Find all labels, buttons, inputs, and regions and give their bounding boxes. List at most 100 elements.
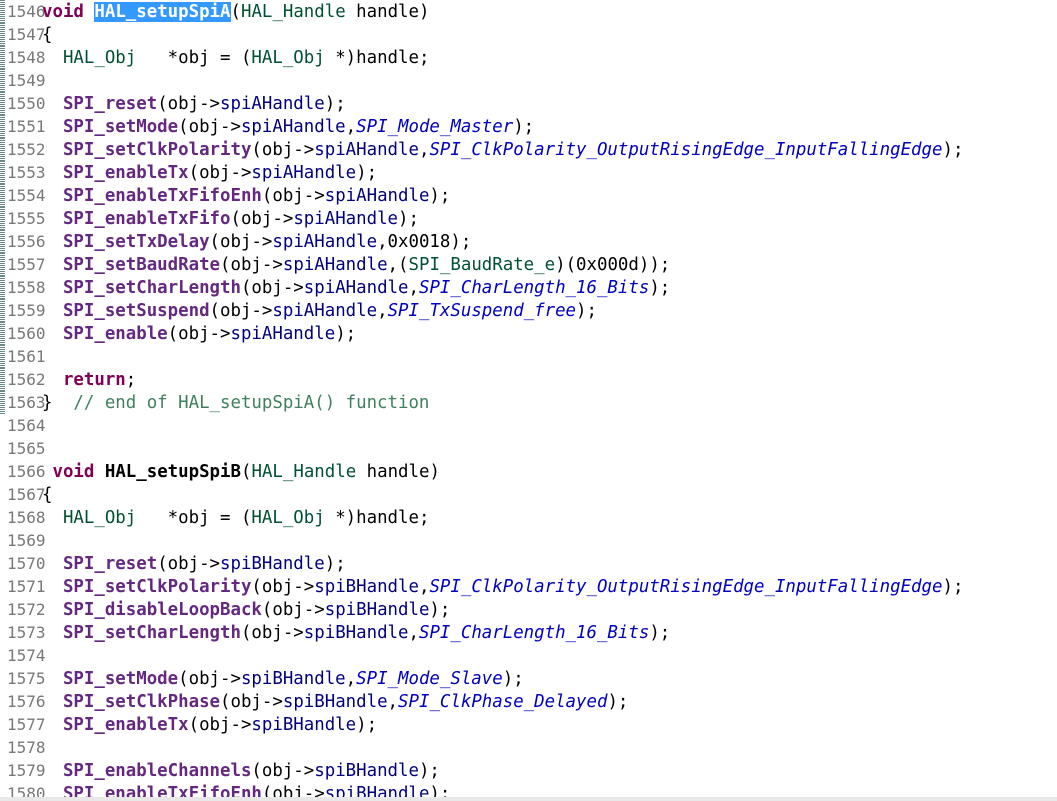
line-number: 1564 <box>7 416 46 435</box>
code-line[interactable]: 1574 <box>0 644 1057 667</box>
code-token: *obj = ( <box>136 48 252 68</box>
code-token: ); <box>576 301 597 321</box>
code-token: spiAHandle <box>293 209 399 229</box>
code-line[interactable]: 1546void HAL_setupSpiA(HAL_Handle handle… <box>0 0 1057 23</box>
code-token: handle) <box>356 462 440 482</box>
code-token: (obj-> <box>188 715 252 735</box>
code-token: spiAHandle <box>324 186 430 206</box>
code-line[interactable]: 1556 SPI_setTxDelay(obj->spiAHandle,0x00… <box>0 230 1057 253</box>
change-marker <box>0 391 5 414</box>
code-line[interactable]: 1560 SPI_enable(obj->spiAHandle); <box>0 322 1057 345</box>
code-token: (obj-> <box>251 140 315 160</box>
change-marker <box>0 253 5 276</box>
code-line[interactable]: 1561 <box>0 345 1057 368</box>
change-marker <box>0 46 5 69</box>
code-line[interactable]: 1567{ <box>0 483 1057 506</box>
code-token: ); <box>649 278 671 298</box>
code-token: SPI_setMode <box>62 669 179 689</box>
code-token: handle) <box>345 2 430 22</box>
change-marker <box>0 299 5 322</box>
code-token: SPI_enableTx <box>62 163 189 183</box>
code-line[interactable]: 1553 SPI_enableTx(obj->spiAHandle); <box>0 161 1057 184</box>
code-token: ); <box>513 117 535 137</box>
code-line[interactable]: 1570 SPI_reset(obj->spiBHandle); <box>0 552 1057 575</box>
code-line[interactable]: 1565 <box>0 437 1057 460</box>
code-token: (obj-> <box>251 761 315 781</box>
code-token: SPI_setMode <box>62 117 179 137</box>
code-token: (obj-> <box>157 94 221 114</box>
change-marker <box>0 322 5 345</box>
code-token: SPI_setClkPolarity <box>62 577 252 597</box>
code-editor[interactable]: 1546void HAL_setupSpiA(HAL_Handle handle… <box>0 0 1057 801</box>
code-line[interactable]: 1552 SPI_setClkPolarity(obj->spiAHandle,… <box>0 138 1057 161</box>
code-token: ); <box>418 761 440 781</box>
code-line[interactable]: 1557 SPI_setBaudRate(obj->spiAHandle,(SP… <box>0 253 1057 276</box>
code-token: spiAHandle <box>240 117 346 137</box>
code-line[interactable]: 1578 <box>0 736 1057 759</box>
code-token: SPI_enableTx <box>62 715 189 735</box>
code-token: SPI_setCharLength <box>62 278 241 298</box>
code-line[interactable]: 1576 SPI_setClkPhase(obj->spiBHandle,SPI… <box>0 690 1057 713</box>
line-number: 1556 <box>7 232 46 251</box>
code-token: void <box>52 462 95 482</box>
code-token: ); <box>324 94 346 114</box>
horizontal-scrollbar[interactable] <box>0 797 1057 801</box>
code-line[interactable]: 1555 SPI_enableTxFifo(obj->spiAHandle); <box>0 207 1057 230</box>
code-line[interactable]: 1547{ <box>0 23 1057 46</box>
code-line[interactable]: 1562 return; <box>0 368 1057 391</box>
code-token: SPI_ClkPhase_Delayed <box>398 692 608 712</box>
code-line[interactable]: 1563} // end of HAL_setupSpiA() function <box>0 391 1057 414</box>
code-token: SPI_enableChannels <box>62 761 252 781</box>
code-line[interactable]: 1551 SPI_setMode(obj->spiAHandle,SPI_Mod… <box>0 115 1057 138</box>
code-token: SPI_TxSuspend_free <box>387 301 577 321</box>
code-token: ( <box>230 2 241 22</box>
code-line[interactable]: 1572 SPI_disableLoopBack(obj->spiBHandle… <box>0 598 1057 621</box>
code-token: spiAHandle <box>282 255 388 275</box>
change-marker <box>0 276 5 299</box>
code-line[interactable]: 1571 SPI_setClkPolarity(obj->spiBHandle,… <box>0 575 1057 598</box>
code-token: spiAHandle <box>220 94 325 114</box>
code-line[interactable]: 1548 HAL_Obj *obj = (HAL_Obj *)handle; <box>0 46 1057 69</box>
code-token: spiBHandle <box>282 692 388 712</box>
code-line[interactable]: 1575 SPI_setMode(obj->spiBHandle,SPI_Mod… <box>0 667 1057 690</box>
code-line[interactable]: 1559 SPI_setSuspend(obj->spiAHandle,SPI_… <box>0 299 1057 322</box>
code-token: , <box>418 577 430 597</box>
code-line[interactable]: 1558 SPI_setCharLength(obj->spiAHandle,S… <box>0 276 1057 299</box>
code-line[interactable]: 1568 HAL_Obj *obj = (HAL_Obj *)handle; <box>0 506 1057 529</box>
code-token: SPI_reset <box>62 94 158 114</box>
code-token: , <box>377 301 388 321</box>
code-line[interactable]: 1573 SPI_setCharLength(obj->spiBHandle,S… <box>0 621 1057 644</box>
code-lines[interactable]: 1546void HAL_setupSpiA(HAL_Handle handle… <box>0 0 1057 801</box>
code-line[interactable]: 1566 void HAL_setupSpiB(HAL_Handle handl… <box>0 460 1057 483</box>
code-token: (obj-> <box>240 278 304 298</box>
code-token: SPI_reset <box>62 554 158 574</box>
code-line[interactable]: 1579 SPI_enableChannels(obj->spiBHandle)… <box>0 759 1057 782</box>
code-line[interactable]: 1564 <box>0 414 1057 437</box>
code-line[interactable]: 1554 SPI_enableTxFifoEnh(obj->spiAHandle… <box>0 184 1057 207</box>
change-marker <box>0 230 5 253</box>
code-token: ); <box>429 600 451 620</box>
code-token: HAL_Obj <box>251 508 325 528</box>
code-token: ); <box>942 140 964 160</box>
line-number: 1547 <box>7 25 46 44</box>
change-marker <box>0 69 5 92</box>
code-token: SPI_setTxDelay <box>62 232 210 252</box>
code-line[interactable]: 1550 SPI_reset(obj->spiAHandle); <box>0 92 1057 115</box>
line-number: 1567 <box>7 485 46 504</box>
code-token: ); <box>335 324 357 344</box>
code-token: HAL_Obj <box>62 48 137 68</box>
code-line[interactable]: 1549 <box>0 69 1057 92</box>
line-number: 1561 <box>7 347 46 366</box>
code-line[interactable]: 1569 <box>0 529 1057 552</box>
code-line[interactable]: 1577 SPI_enableTx(obj->spiBHandle); <box>0 713 1057 736</box>
code-token: SPI_CharLength_16_Bits <box>418 623 650 643</box>
